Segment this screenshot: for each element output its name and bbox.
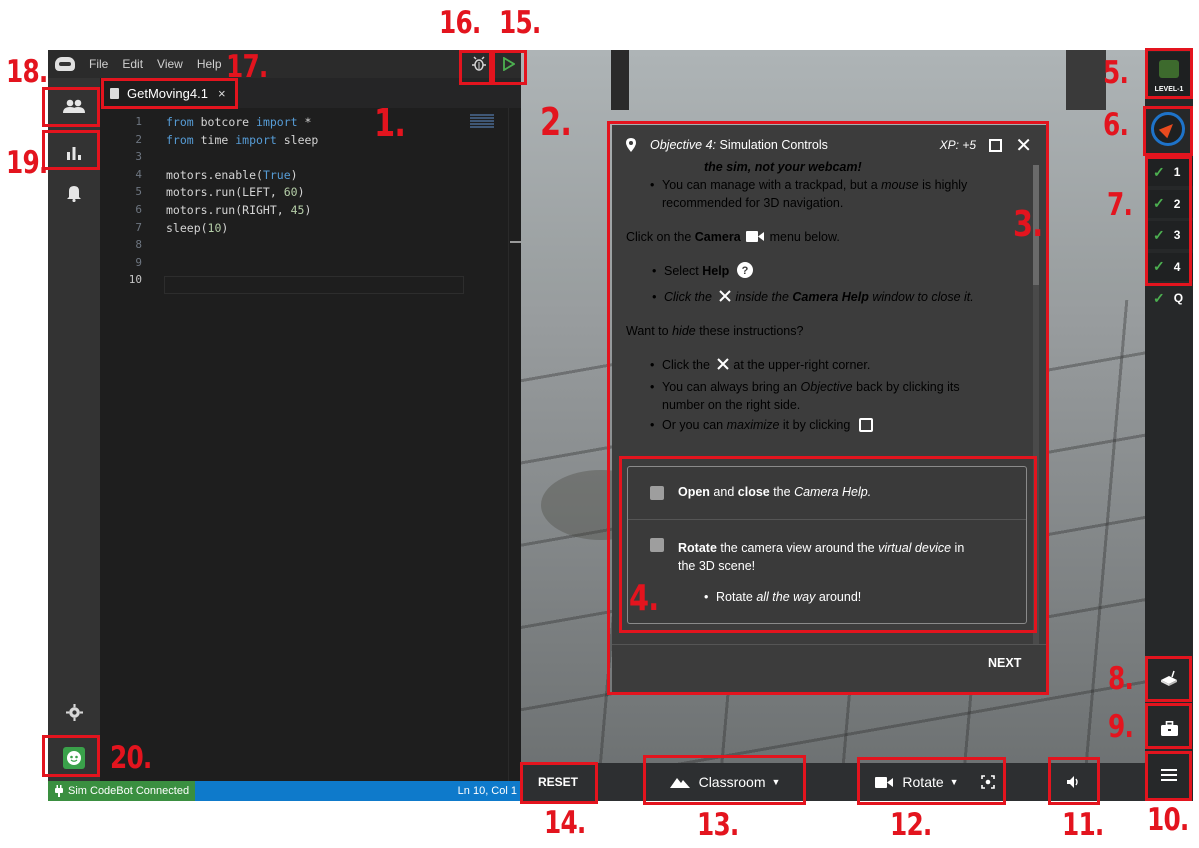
annotation-box-9 — [1145, 703, 1192, 749]
code-token: botcore — [193, 115, 257, 129]
line-number: 8 — [135, 238, 142, 252]
line-number: 5 — [135, 185, 142, 199]
code-token: 60 — [283, 185, 298, 200]
annotation-16: 16. — [439, 5, 481, 41]
codebot-logo-icon — [55, 57, 75, 71]
line-number: 7 — [135, 220, 142, 234]
editor-scrollbar[interactable] — [508, 108, 521, 781]
cursor-position: Ln 10, Col 1 — [457, 785, 517, 797]
annotation-box-12 — [857, 757, 1006, 805]
code-line[interactable]: motors.run(LEFT, 60) — [166, 185, 305, 199]
code-token: sleep( — [166, 220, 208, 235]
code-token: 45 — [290, 203, 305, 217]
code-token: ) — [297, 185, 305, 200]
annotation-20: 20. — [110, 740, 152, 776]
annotation-19: 19. — [6, 145, 48, 181]
objective-item-label: Q — [1173, 291, 1184, 305]
line-number: 3 — [135, 150, 142, 164]
annotation-box-13 — [643, 755, 806, 805]
menu-file[interactable]: File — [89, 57, 108, 71]
code-token: * — [297, 115, 312, 129]
gear-icon — [65, 703, 83, 721]
code-line[interactable]: sleep(10) — [166, 221, 228, 235]
code-token: True — [262, 167, 291, 182]
connection-status[interactable]: Sim CodeBot Connected — [48, 781, 196, 801]
annotation-8: 8. — [1108, 661, 1134, 697]
annotation-box-19 — [42, 130, 100, 170]
annotation-box-6 — [1143, 106, 1193, 156]
code-line[interactable]: motors.enable(True) — [166, 168, 298, 182]
annotation-box-10 — [1145, 751, 1192, 801]
annotation-4: 4. — [629, 578, 659, 619]
plug-icon — [55, 785, 63, 797]
code-token: ) — [290, 167, 298, 182]
code-token: from — [166, 132, 194, 147]
code-token: motors.run(RIGHT, — [166, 203, 291, 217]
annotation-12: 12. — [890, 807, 932, 843]
annotation-15: 15. — [499, 5, 541, 41]
connection-label: Sim CodeBot Connected — [68, 785, 190, 797]
line-number: 9 — [135, 255, 142, 269]
annotation-18: 18. — [6, 54, 48, 90]
objective-item-q[interactable]: ✓ Q — [1148, 284, 1193, 312]
annotation-box-4 — [619, 456, 1037, 633]
annotation-box-17 — [101, 78, 238, 109]
line-number: 6 — [135, 203, 142, 216]
annotation-box-16 — [459, 50, 492, 85]
annotation-13: 13. — [697, 807, 739, 843]
menu-help[interactable]: Help — [197, 57, 222, 71]
annotation-box-8 — [1145, 656, 1192, 702]
code-token: import — [256, 115, 298, 129]
line-number: 2 — [135, 132, 142, 146]
code-token: from — [166, 115, 194, 129]
code-line[interactable]: from time import sleep — [166, 133, 318, 147]
annotation-box-7 — [1145, 156, 1192, 286]
annotation-box-5 — [1145, 48, 1193, 99]
annotation-17: 17. — [226, 49, 268, 85]
code-line[interactable]: motors.run(RIGHT, 45) — [166, 203, 311, 217]
code-token: ) — [304, 203, 312, 217]
code-token: motors.enable( — [166, 167, 263, 182]
bell-icon — [67, 186, 81, 202]
annotation-11: 11. — [1062, 807, 1104, 843]
annotation-14: 14. — [544, 805, 586, 841]
annotation-5: 5. — [1103, 55, 1129, 91]
check-icon: ✓ — [1153, 289, 1165, 306]
current-line-highlight — [164, 276, 464, 294]
menu-bar: File Edit View Help — [48, 50, 521, 78]
code-line[interactable]: from botcore import * — [166, 115, 311, 129]
menu-view[interactable]: View — [157, 57, 183, 71]
annotation-9: 9. — [1108, 709, 1134, 745]
annotation-box-20 — [42, 735, 100, 777]
line-number: 1 — [135, 115, 142, 128]
annotation-2: 2. — [540, 100, 572, 144]
screenshot-root: File Edit View Help GetMoving4.1 × 1 from… — [0, 0, 1199, 848]
line-number: 4 — [135, 167, 142, 181]
code-token: time — [193, 132, 236, 147]
annotation-7: 7. — [1107, 187, 1133, 223]
code-token: 10 — [207, 220, 222, 235]
annotation-10: 10. — [1147, 802, 1189, 838]
annotation-3: 3. — [1013, 204, 1043, 245]
annotation-1: 1. — [374, 101, 406, 145]
line-number: 10 — [128, 273, 142, 287]
annotation-box-14 — [520, 762, 598, 804]
code-token: sleep — [276, 132, 319, 147]
annotation-6: 6. — [1103, 107, 1129, 143]
menu-edit[interactable]: Edit — [122, 57, 143, 71]
status-bar: Sim CodeBot Connected Ln 10, Col 1 — [48, 781, 521, 801]
annotation-box-11 — [1048, 757, 1100, 805]
minimap[interactable] — [468, 112, 508, 781]
annotation-box-15 — [492, 50, 527, 85]
notifications-button[interactable] — [48, 173, 100, 213]
code-token: import — [235, 132, 277, 147]
code-token: ) — [221, 220, 229, 235]
settings-button[interactable] — [48, 692, 100, 732]
code-token: motors.run(LEFT, — [166, 185, 284, 200]
annotation-box-18 — [42, 87, 100, 127]
